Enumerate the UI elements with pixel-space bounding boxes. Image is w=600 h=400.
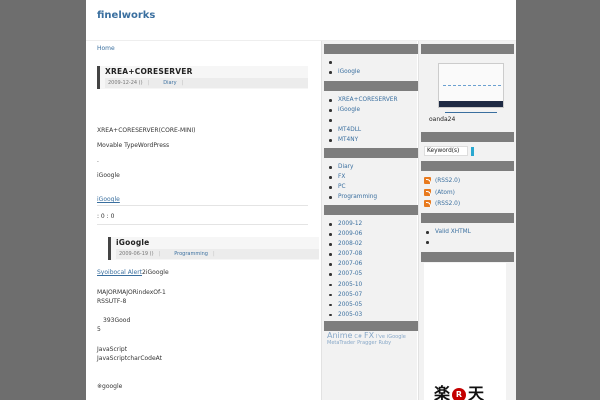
tag-link[interactable]: FX <box>364 331 374 340</box>
widget-header <box>324 44 419 54</box>
widget-header <box>324 81 419 91</box>
rss-icon <box>424 189 431 196</box>
entry-link[interactable]: Syoibocal Alert <box>97 269 142 276</box>
tag-link[interactable]: Ruby <box>379 340 392 346</box>
divider <box>97 224 308 225</box>
entry-header: XREA+CORESERVER 2009-12-24 () | Diary | <box>97 66 308 89</box>
list-item[interactable] <box>327 115 398 125</box>
entry-title[interactable]: iGoogle <box>116 238 319 247</box>
entry-text: Syoibocal Alert2iGoogle <box>97 269 169 276</box>
search-button[interactable] <box>471 147 474 156</box>
widget-header <box>421 252 514 262</box>
tag-cloud: Anime C# FX I've iGoogle MetaTrader Prag… <box>327 331 417 347</box>
thumbnail-caption: oanda24 <box>429 116 456 123</box>
sidebar-middle: iGoogle XREA+CORESERVER iGoogle MT4DLL M… <box>321 41 419 400</box>
widget-header <box>324 321 419 331</box>
feed-link[interactable]: (RSS2.0) <box>424 200 460 207</box>
entry-text: MAJORMAJORindexOf-1 <box>97 289 166 296</box>
widget-header <box>421 161 514 171</box>
entry-text: iGoogle <box>97 172 120 179</box>
site-title[interactable]: finelworks <box>97 10 155 21</box>
category-item[interactable]: FX <box>327 172 377 182</box>
list-item[interactable] <box>424 237 471 247</box>
widget-header <box>421 132 514 142</box>
entry-text: XREA+CORESERVER(CORE-MINI) <box>97 127 196 134</box>
entry-text: 393Good <box>103 317 131 324</box>
tag-link[interactable]: Anime <box>327 331 352 340</box>
entry-date: 2009-06-19 () <box>119 251 154 257</box>
rakuten-logo: 楽R天 <box>434 384 485 400</box>
entry-text: Movable TypeWordPress <box>97 142 170 149</box>
category-item[interactable]: Diary <box>327 162 377 172</box>
site-header: finelworks <box>86 0 516 41</box>
archive-item[interactable]: 2007-06 <box>327 259 362 269</box>
rss-icon <box>424 200 431 207</box>
archive-item[interactable]: 2008-02 <box>327 239 362 249</box>
recent-entries-list: XREA+CORESERVER iGoogle MT4DLL MT4NY <box>327 95 398 145</box>
entry-text: . <box>97 157 99 164</box>
entry-text: RSSUTF-8 <box>97 298 127 305</box>
breadcrumb-home[interactable]: Home <box>97 45 115 52</box>
widget-header <box>324 148 419 158</box>
archive-item[interactable]: 2005-10 <box>327 280 362 290</box>
divider <box>97 205 308 206</box>
thumbnail-link-line <box>445 112 497 113</box>
category-item[interactable]: Programming <box>327 192 377 202</box>
archive-item[interactable]: 2005-05 <box>327 300 362 310</box>
archive-item[interactable]: 2005-07 <box>327 290 362 300</box>
tag-link[interactable]: MetaTrader <box>327 340 355 346</box>
entry-meta: 2009-12-24 () | Diary | <box>105 78 308 88</box>
archives-list: 2009-12 2009-06 2008-02 2007-08 2007-06 … <box>327 219 362 320</box>
list-item[interactable]: MT4DLL <box>327 125 398 135</box>
entry-link-suffix: 2iGoogle <box>142 269 169 276</box>
entry-category[interactable]: Programming <box>174 251 208 257</box>
tag-link[interactable]: Pragger <box>357 340 377 346</box>
entry-date: 2009-12-24 () <box>108 80 143 86</box>
archive-item[interactable]: 2005-03 <box>327 310 362 320</box>
archive-item[interactable]: 2009-12 <box>327 219 362 229</box>
archive-item[interactable]: 2007-08 <box>327 249 362 259</box>
archive-item[interactable]: 2009-06 <box>327 229 362 239</box>
entry-text: 5 <box>97 326 101 333</box>
widget-header <box>421 213 514 223</box>
archive-item[interactable]: 2007-05 <box>327 269 362 279</box>
entry-title[interactable]: XREA+CORESERVER <box>105 67 308 76</box>
feed-link[interactable]: (RSS2.0) <box>424 177 460 184</box>
categories-list: Diary FX PC Programming <box>327 162 377 202</box>
ad-banner[interactable]: 楽R天 <box>424 263 506 400</box>
chart-thumbnail[interactable] <box>438 63 504 108</box>
entry-counts: : 0 : 0 <box>97 213 115 220</box>
page: finelworks Home XREA+CORESERVER 2009-12-… <box>86 0 516 400</box>
entry-header: iGoogle 2009-06-19 () | Programming | <box>108 237 319 260</box>
entry-text: JavaScript <box>97 346 128 353</box>
widget-header <box>421 44 514 54</box>
search-input[interactable]: Keyword(s) <box>424 146 468 156</box>
sidebar-right: oanda24 Keyword(s) (RSS2.0) (Atom) (RSS2… <box>418 41 516 400</box>
valid-xhtml-link[interactable]: Valid XHTML <box>424 227 471 237</box>
entry-link[interactable]: iGoogle <box>97 196 120 203</box>
entry-text: JavaScriptcharCodeAt <box>97 355 163 362</box>
entry-text: ※google <box>97 383 123 390</box>
list-item[interactable] <box>327 57 360 67</box>
entry-category[interactable]: Diary <box>163 80 176 86</box>
entry-meta: 2009-06-19 () | Programming | <box>116 249 319 259</box>
category-item[interactable]: PC <box>327 182 377 192</box>
rss-icon <box>424 177 431 184</box>
links-list: Valid XHTML <box>424 227 471 247</box>
list-item[interactable]: MT4NY <box>327 135 398 145</box>
widget-list: iGoogle <box>327 57 360 77</box>
list-item[interactable]: iGoogle <box>327 67 360 77</box>
list-item[interactable]: XREA+CORESERVER <box>327 95 398 105</box>
widget-header <box>324 205 419 215</box>
list-item[interactable]: iGoogle <box>327 105 398 115</box>
feed-link[interactable]: (Atom) <box>424 189 455 196</box>
